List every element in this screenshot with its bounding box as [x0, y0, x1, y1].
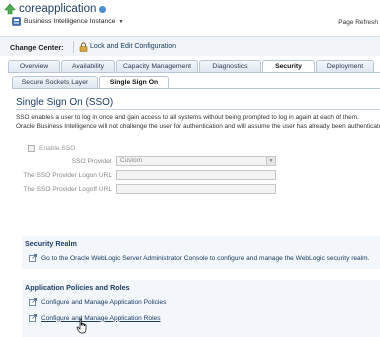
- title-row: coreapplication: [4, 3, 107, 15]
- tab-overview[interactable]: Overview: [8, 60, 60, 72]
- lock-icon[interactable]: [79, 42, 88, 52]
- sso-description: SSO enables a user to log in once and ga…: [16, 113, 380, 131]
- tab-capacity-management[interactable]: Capacity Management: [116, 60, 198, 72]
- enable-sso-label: Enable SSO: [39, 145, 76, 152]
- app-policies-heading: Application Policies and Roles: [25, 283, 130, 292]
- logon-url-field[interactable]: [116, 170, 276, 180]
- app-status-icon: [4, 3, 16, 15]
- sso-provider-select[interactable]: Custom ▼: [116, 156, 276, 166]
- subtab-secure-sockets-layer[interactable]: Secure Sockets Layer: [12, 76, 98, 88]
- app-roles-link-row[interactable]: Configure and Manage Application Roles: [29, 314, 161, 322]
- divider: [73, 41, 74, 53]
- weblogic-console-link-row[interactable]: Go to the Oracle WebLogic Server Adminis…: [29, 254, 370, 262]
- instance-label: Business Intelligence Instance: [24, 18, 116, 25]
- instance-menu[interactable]: Business Intelligence Instance ▼: [12, 17, 123, 26]
- weblogic-console-link[interactable]: Go to the Oracle WebLogic Server Adminis…: [41, 255, 370, 262]
- sso-description-line: SSO enables a user to log in once and ga…: [16, 114, 359, 121]
- app-roles-link[interactable]: Configure and Manage Application Roles: [41, 315, 161, 322]
- sso-provider-value: Custom: [120, 157, 143, 164]
- subtabs-divider: [12, 88, 380, 89]
- tab-security[interactable]: Security: [262, 60, 315, 72]
- external-link-icon: [29, 298, 37, 306]
- main-tabs: Overview Availability Capacity Managemen…: [8, 60, 375, 72]
- app-policies-link-row[interactable]: Configure and Manage Application Policie…: [29, 298, 166, 306]
- lock-and-edit-link[interactable]: Lock and Edit Configuration: [90, 43, 176, 50]
- app-policies-link[interactable]: Configure and Manage Application Policie…: [41, 299, 166, 306]
- external-link-icon: [29, 254, 37, 262]
- enable-sso-row: Enable SSO: [28, 145, 75, 152]
- change-center-bar: Change Center: Lock and Edit Configurati…: [0, 36, 380, 56]
- logoff-url-label: The SSO Provider Logoff URL: [23, 186, 112, 193]
- divider: [16, 109, 380, 110]
- page-title: coreapplication: [19, 3, 97, 15]
- subtab-single-sign-on[interactable]: Single Sign On: [99, 76, 169, 88]
- page-refresh-label[interactable]: Page Refresh: [338, 19, 378, 26]
- sso-provider-label: SSO Provider: [71, 158, 112, 165]
- security-subtabs: Secure Sockets Layer Single Sign On: [12, 76, 170, 88]
- external-link-icon: [29, 314, 37, 322]
- tab-diagnostics[interactable]: Diagnostics: [199, 60, 261, 72]
- chevron-down-icon: ▼: [118, 18, 124, 25]
- security-realm-heading: Security Realm: [25, 239, 77, 248]
- tab-deployment[interactable]: Deployment: [316, 60, 374, 72]
- tabs-divider: [8, 72, 380, 73]
- enable-sso-checkbox[interactable]: [28, 145, 35, 152]
- change-center-label: Change Center:: [10, 43, 64, 52]
- hand-cursor-icon: [76, 318, 87, 334]
- sso-heading: Single Sign On (SSO): [16, 97, 114, 108]
- chevron-down-icon[interactable]: ▼: [266, 157, 275, 165]
- info-icon[interactable]: [99, 5, 107, 13]
- instance-icon: [12, 17, 21, 26]
- logoff-url-field[interactable]: [116, 184, 276, 194]
- tab-availability[interactable]: Availability: [61, 60, 115, 72]
- sso-description-line: Oracle Business Intelligence will not ch…: [16, 123, 380, 130]
- page-header: coreapplication Business Intelligence In…: [0, 0, 380, 31]
- logon-url-label: The SSO Provider Logon URL: [23, 172, 112, 179]
